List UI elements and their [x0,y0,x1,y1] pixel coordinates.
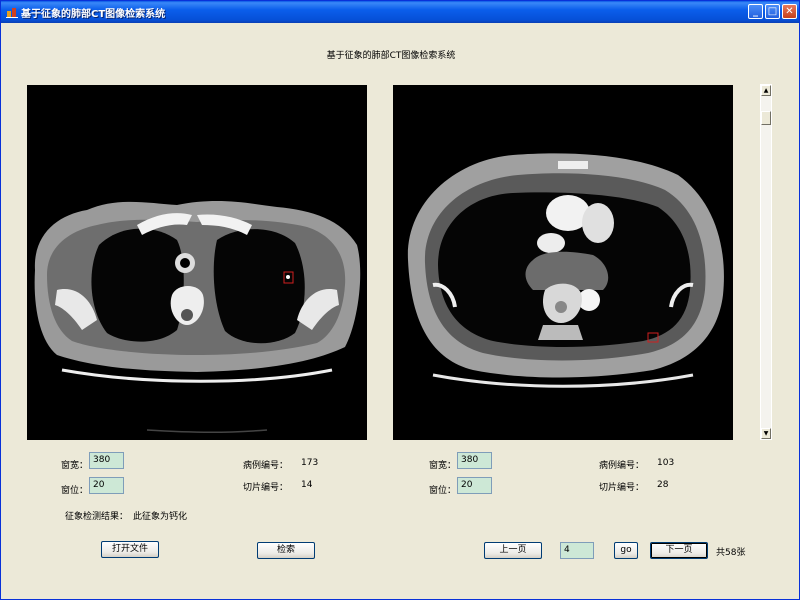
left-window-width-input[interactable]: 380 [89,452,124,469]
minimize-button[interactable]: _ [748,4,763,19]
prev-page-button[interactable]: 上一页 [484,542,542,559]
left-case-id-label: 病例编号： [243,461,289,471]
left-window-width-label: 窗宽： [61,461,89,471]
right-window-width-input[interactable]: 380 [457,452,492,469]
right-window-width-label: 窗宽： [429,461,457,471]
right-window-level-label: 窗位： [429,486,457,496]
left-window-level-label: 窗位： [61,486,89,496]
app-icon [6,8,18,18]
next-page-button[interactable]: 下一页 [650,542,708,559]
detect-result-label: 征象检测结果： [65,512,129,522]
result-ct-scan [393,85,733,440]
result-ct-image[interactable] [393,85,733,440]
total-count-label: 共58张 [716,548,746,558]
query-ct-scan [27,85,367,440]
go-button[interactable]: go [614,542,638,559]
scroll-down-icon[interactable]: ▼ [761,428,771,439]
page-title: 基于征象的肺部CT图像检索系统 [326,51,456,61]
left-slice-id-value: 14 [301,480,313,490]
maximize-button[interactable]: □ [765,4,780,19]
left-window-level-input[interactable]: 20 [89,477,124,494]
right-case-id-value: 103 [657,458,675,468]
scroll-thumb[interactable] [761,111,771,125]
search-button[interactable]: 检索 [257,542,315,559]
right-slice-id-value: 28 [657,480,669,490]
open-file-button[interactable]: 打开文件 [101,541,159,558]
scroll-up-icon[interactable]: ▲ [761,85,771,96]
right-slice-id-label: 切片编号： [599,483,645,493]
window-title: 基于征象的肺部CT图像检索系统 [21,9,166,20]
left-slice-id-label: 切片编号： [243,483,289,493]
query-ct-image[interactable] [27,85,367,440]
right-window-level-input[interactable]: 20 [457,477,492,494]
detect-result-value: 此征象为钙化 [133,512,188,522]
title-bar[interactable]: 基于征象的肺部CT图像检索系统 _ □ ✕ [1,1,799,23]
vertical-scrollbar[interactable]: ▲ ▼ [760,84,772,440]
right-case-id-label: 病例编号： [599,461,645,471]
page-number-input[interactable]: 4 [560,542,594,559]
close-button[interactable]: ✕ [782,4,797,19]
main-window: 基于征象的肺部CT图像检索系统 _ □ ✕ 基于征象的肺部CT图像检索系统 ▲ … [0,0,800,600]
left-case-id-value: 173 [301,458,319,468]
